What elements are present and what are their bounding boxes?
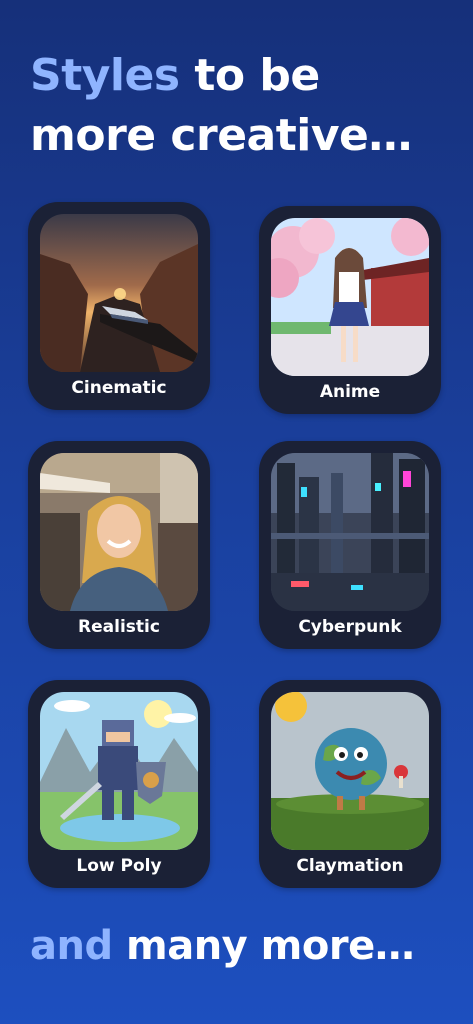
style-label: Realistic — [78, 617, 160, 637]
style-label: Claymation — [296, 856, 404, 876]
style-label: Anime — [319, 382, 381, 402]
style-card-low-poly[interactable]: Low Poly — [28, 680, 210, 888]
style-card-cinematic[interactable]: Cinematic — [28, 202, 210, 410]
style-card-claymation[interactable]: Claymation — [259, 680, 441, 888]
anime-girl-cherry-blossom-image — [271, 218, 429, 376]
headline-accent: Styles — [30, 50, 180, 101]
style-card-anime[interactable]: Anime — [259, 206, 441, 414]
smiling-woman-cafe-image — [40, 453, 198, 611]
canyon-train-sunset-image — [40, 214, 198, 372]
style-card-cyberpunk[interactable]: Cyberpunk — [259, 441, 441, 649]
style-card-realistic[interactable]: Realistic — [28, 441, 210, 649]
voxel-knight-image — [40, 692, 198, 850]
footer-text: and many more… — [30, 918, 460, 974]
footer-accent: and — [30, 923, 113, 969]
style-label: Cinematic — [71, 378, 167, 398]
clay-earth-character-image — [271, 692, 429, 850]
headline: Styles to be more creative… — [30, 46, 460, 166]
style-label: Low Poly — [76, 856, 162, 876]
futuristic-city-image — [271, 453, 429, 611]
footer-rest: many more… — [112, 923, 415, 969]
style-label: Cyberpunk — [298, 617, 402, 637]
